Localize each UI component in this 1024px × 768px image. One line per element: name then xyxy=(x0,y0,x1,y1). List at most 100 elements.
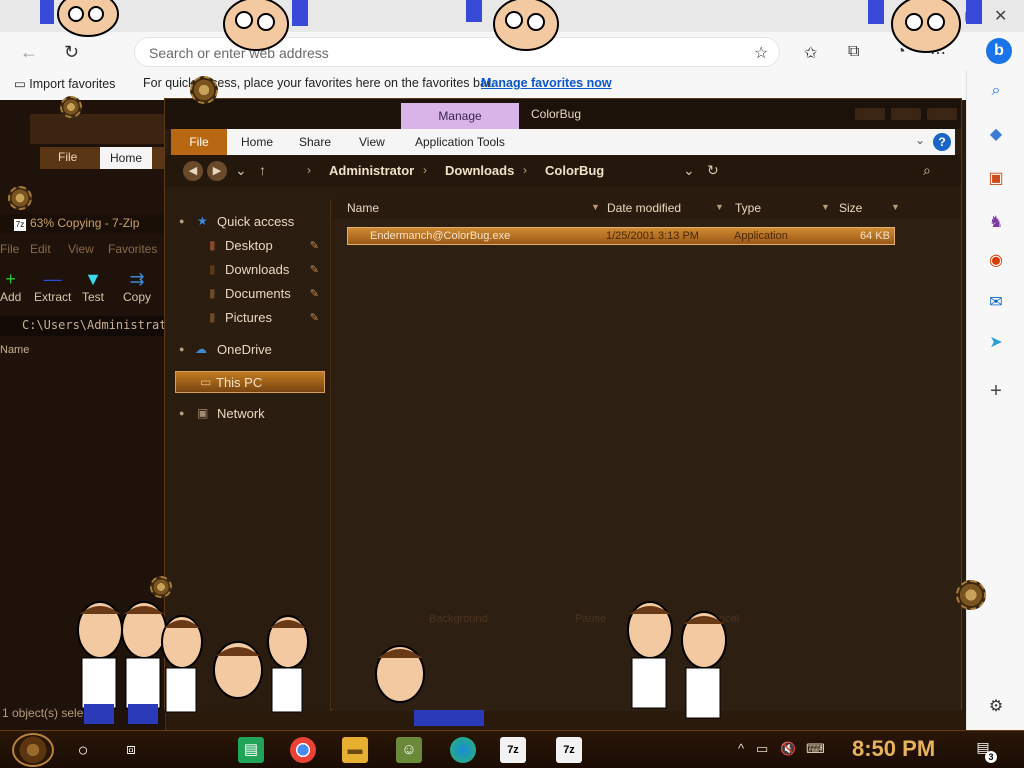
menu-file[interactable]: File xyxy=(0,242,19,256)
sevenzip-path-bar[interactable]: C:\Users\Administrator\Downloads xyxy=(0,316,166,336)
search-icon[interactable]: ⌕ xyxy=(923,162,931,179)
documents-icon: ▮ xyxy=(209,286,216,300)
column-dropdown-icon[interactable]: ▼ xyxy=(591,202,600,212)
send-icon[interactable]: ➤ xyxy=(985,332,1007,354)
explorer-address-bar: ◀ ▶ ⌄ ↑ › Administrator › Downloads › Co… xyxy=(165,155,961,187)
tab-share[interactable]: Share xyxy=(299,129,331,155)
extract-button[interactable]: — Extract xyxy=(34,268,71,304)
expand-icon[interactable]: ● xyxy=(179,408,184,418)
search-icon[interactable]: ⌕ xyxy=(985,80,1007,102)
minimize-window-icon[interactable] xyxy=(855,108,885,120)
chrome-icon[interactable] xyxy=(290,737,316,763)
nav-desktop[interactable]: ▮ Desktop ✎ xyxy=(165,235,325,257)
address-dropdown-icon[interactable]: ⌄ xyxy=(683,162,695,179)
ribbon-expand-icon[interactable]: ⌄ xyxy=(915,133,925,147)
menu-edit[interactable]: Edit xyxy=(30,242,51,256)
add-icon: + xyxy=(5,269,16,289)
bonzi-icon[interactable]: ☺ xyxy=(396,737,422,763)
import-favorites-button[interactable]: ▭ Import favorites xyxy=(14,76,115,91)
nav-downloads[interactable]: ▮ Downloads ✎ xyxy=(165,259,325,281)
manage-favorites-link[interactable]: Manage favorites now xyxy=(481,76,612,90)
column-date-modified[interactable]: Date modified xyxy=(607,201,681,215)
add-button[interactable]: + Add xyxy=(0,268,21,304)
breadcrumb-separator[interactable]: › xyxy=(523,163,527,177)
clock[interactable]: 8:50 PM xyxy=(852,736,935,762)
nav-downloads-label: Downloads xyxy=(225,262,290,277)
nav-this-pc-label: This PC xyxy=(216,375,263,390)
tab-application-tools[interactable]: Application Tools xyxy=(415,129,505,155)
sheets-icon[interactable]: ▤ xyxy=(238,737,264,763)
chess-icon[interactable]: ♞ xyxy=(985,212,1007,234)
sevenzip-home-tab[interactable]: Home xyxy=(100,147,153,169)
search-circle-icon[interactable]: ○ xyxy=(70,737,96,763)
refresh-icon[interactable]: ↻ xyxy=(64,42,79,63)
breadcrumb-separator[interactable]: › xyxy=(423,163,427,177)
expand-icon[interactable]: ● xyxy=(179,344,184,354)
tab-view[interactable]: View xyxy=(359,129,385,155)
column-dropdown-icon[interactable]: ▼ xyxy=(715,202,724,212)
breadcrumb-separator[interactable]: › xyxy=(307,163,311,177)
close-icon[interactable]: ✕ xyxy=(994,6,1007,26)
back-icon[interactable]: ◀ xyxy=(183,161,203,181)
tray-overflow-icon[interactable]: ^ xyxy=(738,741,744,756)
7zip-icon-2[interactable]: 7z xyxy=(556,737,582,763)
copy-icon: ⇉ xyxy=(129,269,145,289)
help-icon[interactable]: ? xyxy=(933,133,951,151)
office-icon[interactable]: ◉ xyxy=(985,250,1007,272)
plus-icon[interactable]: + xyxy=(985,380,1007,402)
back-icon[interactable]: ← xyxy=(20,42,38,63)
column-size[interactable]: Size xyxy=(839,201,862,215)
extract-label: Extract xyxy=(34,290,72,304)
outlook-icon[interactable]: ✉ xyxy=(985,292,1007,314)
manage-tab[interactable]: Manage xyxy=(401,103,519,129)
nav-quick-access[interactable]: ● ★ Quick access xyxy=(165,211,325,233)
menu-favorites[interactable]: Favorites xyxy=(108,242,157,256)
file-type: Application xyxy=(734,230,788,242)
network-tray-icon[interactable]: ▭ xyxy=(756,741,768,757)
forward-icon[interactable]: ▶ xyxy=(207,161,227,181)
nav-onedrive[interactable]: ● ☁ OneDrive xyxy=(165,339,325,361)
maximize-window-icon[interactable] xyxy=(891,108,921,120)
column-name[interactable]: Name xyxy=(347,201,379,215)
tab-home[interactable]: Home xyxy=(241,129,273,155)
collections-icon[interactable]: ⧉ xyxy=(848,43,859,61)
copy-button[interactable]: ⇉ Copy xyxy=(123,268,151,304)
tab-file[interactable]: File xyxy=(171,129,227,155)
table-row[interactable]: Endermanch@ColorBug.exe 1/25/2001 3:13 P… xyxy=(347,227,895,245)
task-view-icon[interactable]: ⧈ xyxy=(118,737,144,763)
expand-icon[interactable]: ● xyxy=(179,216,184,226)
folder-icon[interactable]: ▬ xyxy=(342,737,368,763)
recent-icon[interactable]: ⌄ xyxy=(235,162,247,179)
column-dropdown-icon[interactable]: ▼ xyxy=(891,202,900,212)
gear-icon[interactable]: ⚙ xyxy=(985,696,1007,718)
nav-documents[interactable]: ▮ Documents ✎ xyxy=(165,283,325,305)
tag-icon[interactable]: ◆ xyxy=(985,124,1007,146)
notification-center-icon[interactable]: ▤ 3 xyxy=(972,739,997,763)
edge-icon[interactable] xyxy=(450,737,476,763)
test-button[interactable]: ▼ Test xyxy=(82,268,104,304)
nav-network[interactable]: ● ▣ Network xyxy=(165,403,325,425)
breadcrumb-administrator[interactable]: Administrator xyxy=(329,163,414,178)
7zip-icon[interactable]: 7z xyxy=(500,737,526,763)
nav-pictures[interactable]: ▮ Pictures ✎ xyxy=(165,307,325,329)
menu-view[interactable]: View xyxy=(68,242,94,256)
close-window-icon[interactable] xyxy=(927,108,957,120)
keyboard-icon[interactable]: ⌨ xyxy=(806,741,825,757)
up-icon[interactable]: ↑ xyxy=(259,162,266,178)
start-button[interactable] xyxy=(12,733,54,767)
pin-icon: ✎ xyxy=(309,264,319,276)
breadcrumb-downloads[interactable]: Downloads xyxy=(445,163,514,178)
nav-this-pc[interactable]: ▭ This PC xyxy=(175,371,325,393)
test-label: Test xyxy=(82,290,105,304)
sevenzip-file-tab[interactable]: File xyxy=(58,150,77,164)
breadcrumb-colorbug[interactable]: ColorBug xyxy=(545,163,604,178)
copilot-icon[interactable]: b xyxy=(986,38,1012,64)
column-type[interactable]: Type xyxy=(735,201,761,215)
volume-muted-icon[interactable]: 🔇 xyxy=(780,741,796,757)
refresh-icon[interactable]: ↻ xyxy=(707,162,719,179)
toolbox-icon[interactable]: ▣ xyxy=(985,168,1007,190)
favorites-icon[interactable]: ✩ xyxy=(804,43,817,63)
sevenzip-column-name[interactable]: Name xyxy=(0,344,166,360)
add-favorite-icon[interactable]: ☆ xyxy=(754,43,768,63)
column-dropdown-icon[interactable]: ▼ xyxy=(821,202,830,212)
